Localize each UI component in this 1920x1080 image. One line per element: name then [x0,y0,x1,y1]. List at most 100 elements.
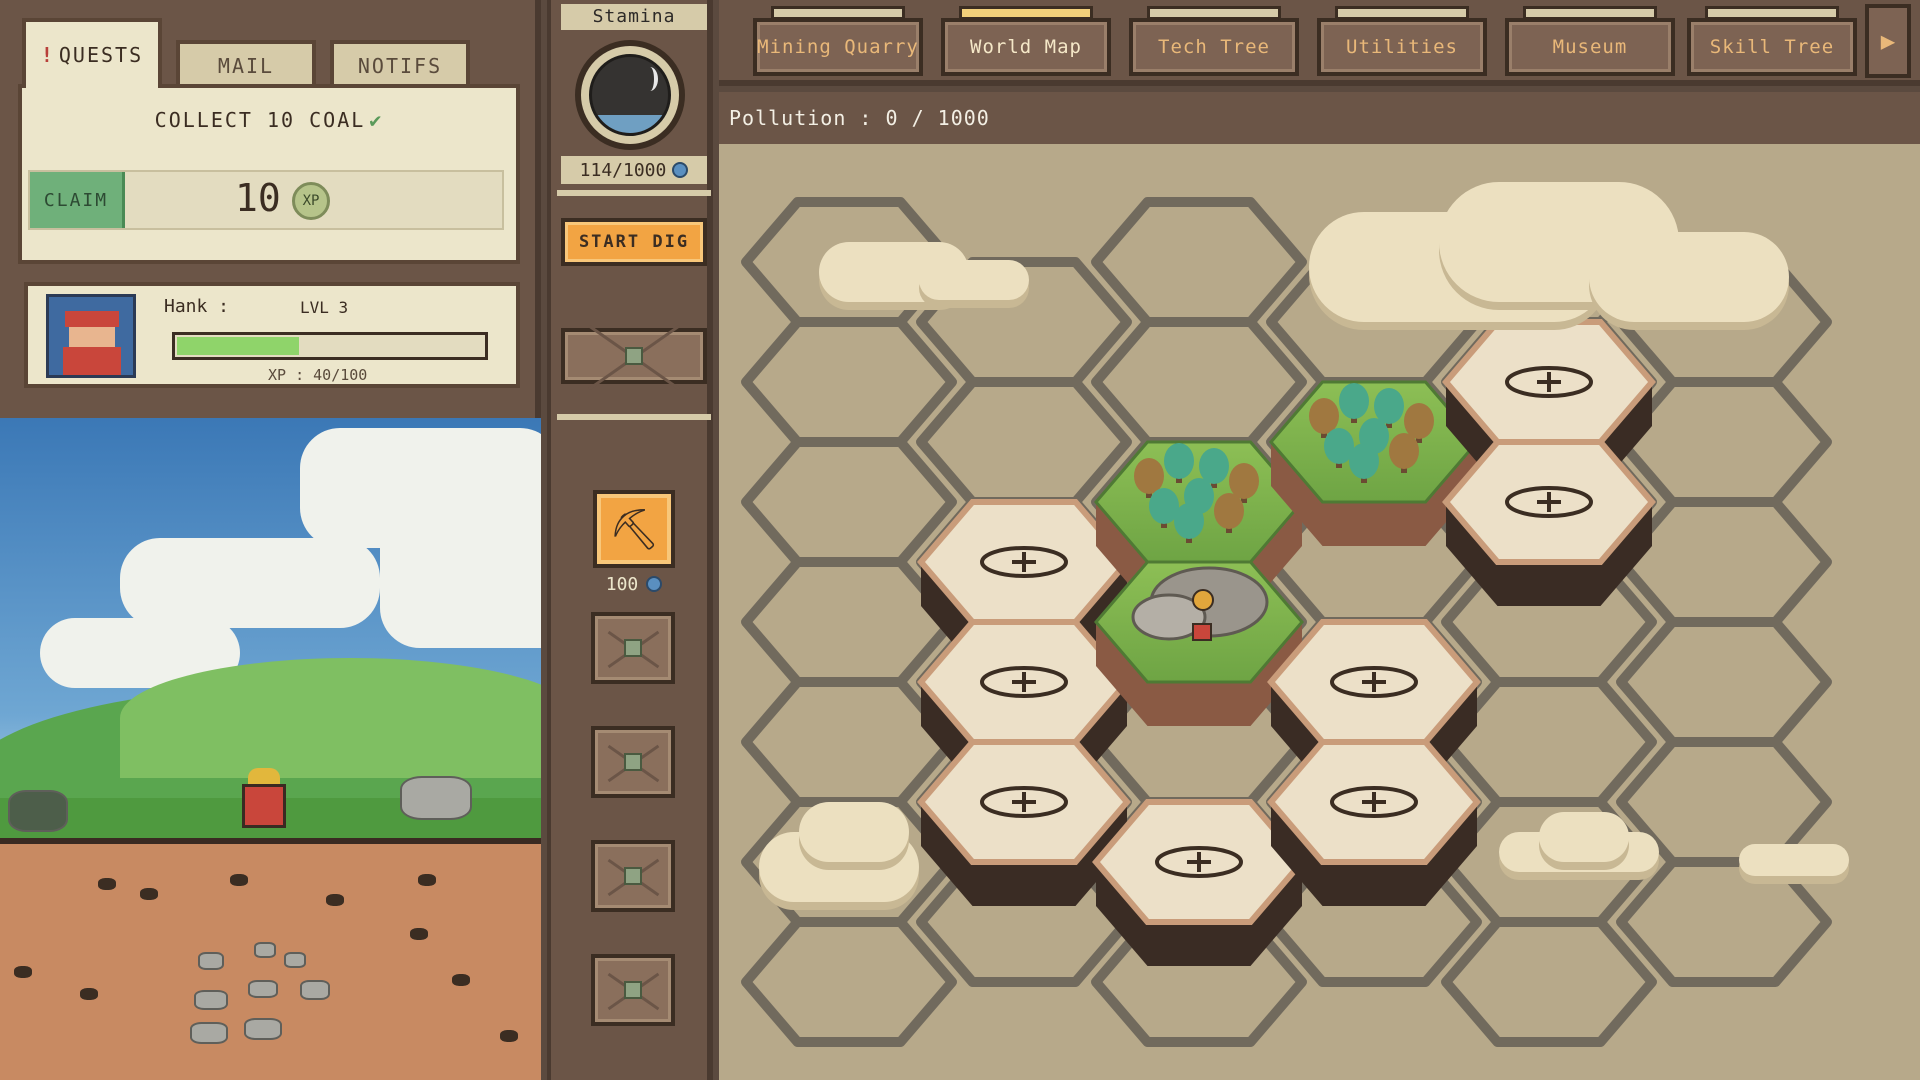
check-icon: ✔ [369,108,384,132]
tool-slot-empty[interactable] [591,726,675,798]
pickaxe-icon[interactable]: ⛏ [593,490,675,568]
locked-hex-tile[interactable] [916,377,1132,507]
player-card: Hank : LVL 3 XP : 40/100 [24,282,520,388]
nav-utilities-label: Utilities [1346,36,1458,58]
divider [557,190,711,196]
xp-progress-bar [172,332,488,360]
nav-world-map[interactable]: World Map [941,6,1111,76]
plus-icon [1022,672,1026,692]
plus-icon [1547,492,1551,512]
plus-icon [1372,672,1376,692]
tab-notifs[interactable]: NOTIFS [330,40,470,88]
cloud [919,260,1029,300]
player-level: LVL 3 [300,298,349,317]
world-map[interactable]: Pollution : 0 / 1000 [719,92,1920,1080]
quest-title-text: COLLECT 10 COAL [154,108,366,132]
cloud [1739,844,1849,876]
reward-unit: XP [302,193,320,209]
player-name: Hank : [164,296,230,317]
nav-tech-tree-label: Tech Tree [1158,36,1270,58]
claim-button[interactable]: CLAIM [30,172,125,228]
tool-slot-empty[interactable] [591,840,675,912]
nav-skill-tree[interactable]: Skill Tree [1687,6,1857,76]
cloud [1539,812,1629,862]
xp-coin-icon: XP [292,182,330,220]
tree-icon [1339,383,1369,419]
tree-icon [1374,388,1404,424]
tree-icon [1404,403,1434,439]
tree-icon [1164,443,1194,479]
tree-icon [1134,458,1164,494]
nav-museum-label: Museum [1552,36,1628,58]
avatar[interactable] [46,294,136,378]
tab-mail-label: MAIL [217,54,275,78]
tool-cost: 100 [561,572,707,596]
start-dig-button[interactable]: START DIG [561,218,707,266]
lantern-icon [1192,589,1214,611]
locked-hex-tile[interactable] [741,317,957,447]
gem-icon [646,576,663,592]
miner-character [236,768,294,830]
tree-icon [1214,493,1244,529]
plus-icon [1022,792,1026,812]
quest-card: COLLECT 10 COAL ✔ CLAIM 10 XP [18,84,520,264]
stamina-fill [592,115,668,133]
reward-amount: 10 [235,176,281,220]
miner-marker-icon [1192,623,1212,641]
stamina-count: 114/1000 [561,156,707,184]
cloud [799,802,909,862]
plus-icon [1022,552,1026,572]
tree-icon [1349,443,1379,479]
locked-hex-tile[interactable] [1091,317,1307,447]
nav-museum[interactable]: Museum [1505,6,1675,76]
exclamation-icon: ! [40,43,55,67]
tree-icon [1389,433,1419,469]
pollution-bar: Pollution : 0 / 1000 [719,92,1920,144]
tree-icon [1229,463,1259,499]
tree-icon [1309,398,1339,434]
arrow-right-icon[interactable]: ▶ [1865,4,1911,78]
locked-hex-tile[interactable] [741,437,957,567]
nav-skill-tree-label: Skill Tree [1709,36,1835,58]
stamina-orb [575,40,685,150]
start-dig-label: START DIG [578,232,690,252]
dig-scene[interactable] [0,418,541,1080]
nav-mining-quarry-label: Mining Quarry [757,36,919,58]
quests-panel: MAIL NOTIFS ! QUESTS COLLECT 10 COAL ✔ CL… [0,0,541,418]
nav-tech-tree[interactable]: Tech Tree [1129,6,1299,76]
action-panel: Stamina 114/1000 START DIG ⛏ 100 [547,0,713,1080]
pollution-text: Pollution : 0 / 1000 [729,106,990,130]
top-nav: Mining Quarry World Map Tech Tree Utilit… [719,0,1920,86]
stamina-count-text: 114/1000 [579,159,667,181]
tab-quests-label: QUESTS [58,43,144,67]
cloud [1589,232,1789,322]
xp-progress-fill [177,337,300,355]
gem-icon [672,162,689,178]
tree-icon [1199,448,1229,484]
equipment-slot[interactable] [561,324,707,391]
nav-utilities[interactable]: Utilities [1317,6,1487,76]
locked-hex-tile[interactable] [741,917,957,1047]
tool-slot-empty[interactable] [591,612,675,684]
quest-title: COLLECT 10 COAL ✔ [22,108,516,132]
plus-icon [1372,792,1376,812]
tree-icon [1174,503,1204,539]
tool-cost-text: 100 [605,573,639,595]
locked-hex-tile[interactable] [1616,617,1832,747]
divider [557,414,711,420]
nav-world-map-label: World Map [970,36,1082,58]
stamina-label: Stamina [561,4,707,30]
claim-label: CLAIM [43,189,109,211]
tab-quests[interactable]: ! QUESTS [22,18,162,88]
nav-mining-quarry[interactable]: Mining Quarry [753,6,923,76]
locked-hex-tile[interactable] [1091,197,1307,327]
locked-hex-tile[interactable] [1441,917,1657,1047]
tab-notifs-label: NOTIFS [357,54,443,78]
plus-icon [1547,372,1551,392]
xp-text: XP : 40/100 [268,366,368,384]
plus-icon [1197,852,1201,872]
quest-reward-row: CLAIM 10 XP [28,170,504,230]
locked-hex-tile[interactable] [1616,857,1832,987]
tab-mail[interactable]: MAIL [176,40,316,88]
tool-slot-empty[interactable] [591,954,675,1026]
